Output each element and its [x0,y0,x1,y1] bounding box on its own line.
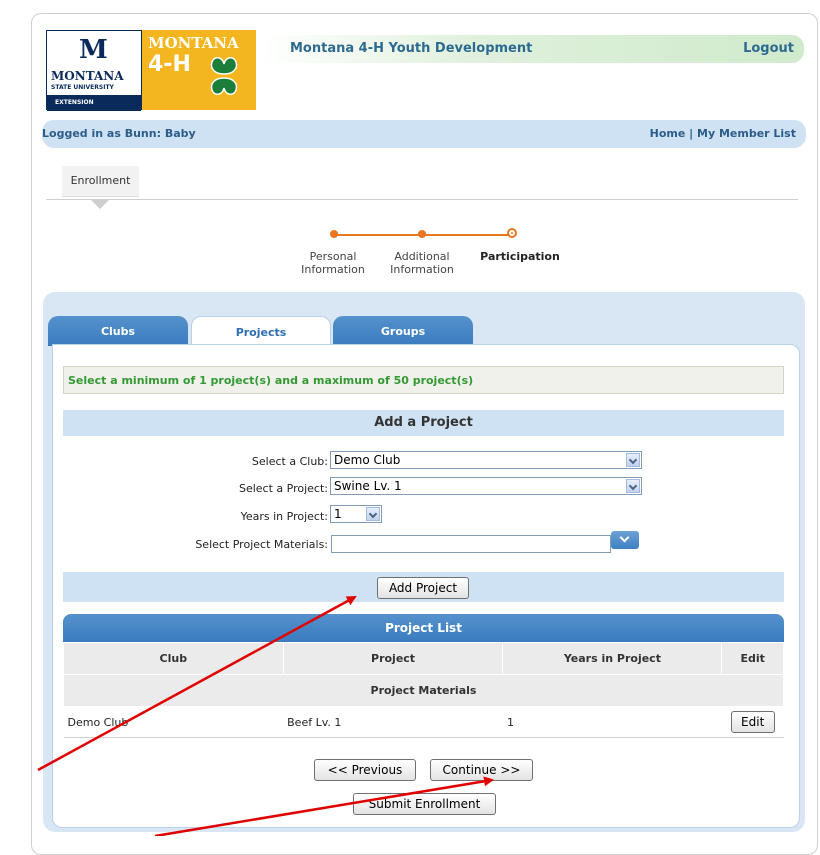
cell-years: 1 [502,706,722,738]
column-header-years: Years in Project [502,642,723,675]
years-in-project-label: Years in Project: [240,510,328,523]
login-bar: Logged in as Bunn: Baby Home | My Member… [42,120,806,148]
select-club-label: Select a Club: [251,455,328,468]
logo-montana-text: MONTANA [148,34,239,52]
table-subheader-row: Project Materials [63,674,784,707]
step-personal-line2: Information [301,263,365,276]
materials-dropdown-button[interactable] [611,531,639,549]
project-select-value: Swine Lv. 1 [334,479,402,493]
project-select[interactable]: Swine Lv. 1 [330,477,642,495]
step-dot-additional [418,230,426,238]
step-dot-personal [330,230,338,238]
divider [46,199,798,200]
continue-button[interactable]: Continue >> [430,759,533,781]
step-line-2 [422,234,510,236]
progress-steps: Personal Information Additional Informat… [290,226,580,286]
tab-groups[interactable]: Groups [333,316,473,346]
step-personal: Personal Information [290,250,376,276]
step-line-1 [334,234,422,236]
requirement-text: Select a minimum of 1 project(s) and a m… [68,374,474,387]
step-additional: Additional Information [378,250,466,276]
chevron-down-icon [626,479,640,493]
cell-edit: Edit [721,706,784,738]
select-project-label: Select a Project: [238,482,328,495]
msu-subtitle: STATE UNIVERSITY [51,84,114,91]
project-materials-input[interactable] [331,535,611,553]
header-bar: Montana 4-H Youth Development Logout [262,35,804,63]
step-participation-line1: Participation [480,250,560,263]
edit-button[interactable]: Edit [730,711,775,733]
project-list-heading: Project List [63,614,784,642]
project-materials-label: Select Project Materials: [195,538,328,551]
club-select-value: Demo Club [334,453,401,467]
club-select[interactable]: Demo Club [330,451,642,469]
my-member-list-link[interactable]: My Member List [697,127,796,140]
years-select[interactable]: 1 [330,505,382,523]
enrollment-tab[interactable]: Enrollment [62,166,139,197]
years-select-value: 1 [334,507,342,521]
nav-separator: | [685,127,697,140]
column-header-project: Project [282,642,504,675]
four-leaf-clover-icon [210,57,238,95]
step-dot-participation [507,228,517,238]
logo-4h-text: 4-H [148,52,191,77]
logged-in-text: Logged in as Bunn: Baby [42,127,196,140]
site-title: Montana 4-H Youth Development [290,41,533,56]
cell-club: Demo Club [63,706,284,738]
step-personal-line1: Personal [309,250,357,263]
chevron-down-icon [626,453,640,467]
home-link[interactable]: Home [650,127,686,140]
column-header-club: Club [63,642,284,675]
column-header-edit: Edit [721,642,784,675]
submit-enrollment-button[interactable]: Submit Enrollment [353,793,496,815]
cell-project: Beef Lv. 1 [283,706,503,738]
nav-links: Home | My Member List [650,127,796,140]
requirement-box: Select a minimum of 1 project(s) and a m… [63,366,784,394]
previous-button[interactable]: << Previous [314,759,416,781]
table-row: Demo Club Beef Lv. 1 1 Edit [63,706,784,738]
add-project-button[interactable]: Add Project [377,577,469,599]
step-additional-line1: Additional [394,250,450,263]
msu-extension-label: EXTENSION [47,95,141,111]
montana-4h-logo: M MONTANA STATE UNIVERSITY EXTENSION MON… [46,30,256,111]
logout-link[interactable]: Logout [743,41,794,56]
chevron-down-icon [366,507,380,521]
step-participation: Participation [474,250,566,263]
msu-m-mark: M [79,35,108,65]
table-header-row: Club Project Years in Project Edit [63,642,784,675]
project-list-table: Club Project Years in Project Edit Proje… [63,642,784,738]
divider-notch [90,199,110,209]
msu-wordmark: MONTANA [51,69,124,83]
add-project-heading: Add a Project [63,410,784,436]
step-additional-line2: Information [390,263,454,276]
msu-extension-logo: M MONTANA STATE UNIVERSITY EXTENSION [46,30,142,111]
column-header-project-materials: Project Materials [63,674,784,707]
tab-clubs[interactable]: Clubs [48,316,188,346]
montana-4h-mark: MONTANA 4-H [142,30,256,110]
